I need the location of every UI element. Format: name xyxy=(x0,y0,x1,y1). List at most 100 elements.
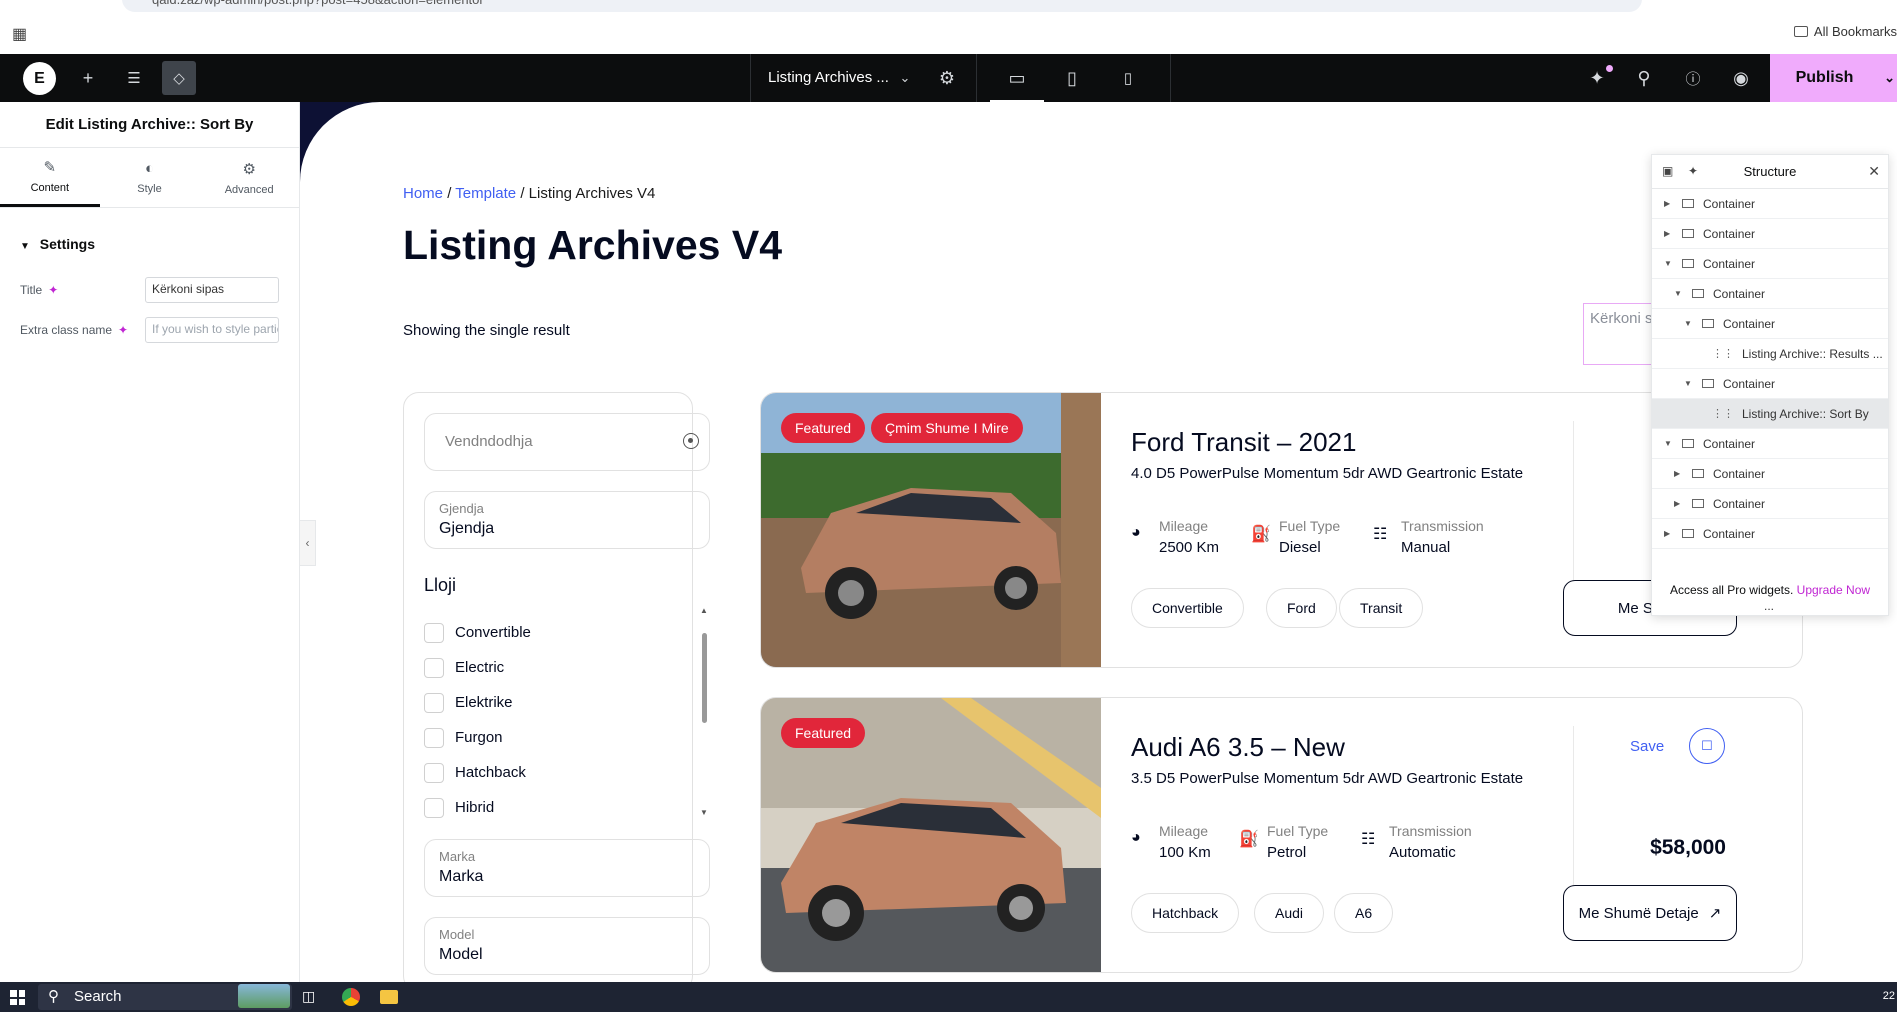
tab-advanced[interactable]: ⚙ Advanced xyxy=(199,148,299,207)
type-checkbox-item[interactable]: Hibrid xyxy=(424,790,710,825)
list-scrollbar[interactable] xyxy=(702,633,707,723)
structure-row[interactable]: ▼ Container xyxy=(1652,279,1888,309)
structure-row-selected[interactable]: ⋮⋮ Listing Archive:: Sort By xyxy=(1652,399,1888,429)
structure-row[interactable]: ▶ Container xyxy=(1652,459,1888,489)
chevron-down-icon[interactable]: ⌄ xyxy=(893,66,917,90)
tag-chip[interactable]: Transit xyxy=(1339,588,1424,628)
type-heading: Lloji xyxy=(424,575,457,595)
page-settings-gear-icon[interactable]: ⚙ xyxy=(935,66,959,90)
structure-layers-icon[interactable]: ◇ xyxy=(162,61,196,95)
bookmark-icon[interactable]: ☐ xyxy=(1689,728,1725,764)
structure-row[interactable]: ▶ Container xyxy=(1652,189,1888,219)
tag-chip[interactable]: Ford xyxy=(1266,588,1337,628)
tag-chip[interactable]: A6 xyxy=(1334,893,1394,933)
caret-right-icon[interactable]: ▶ xyxy=(1674,469,1684,478)
settings-section-toggle[interactable]: ▼ Settings xyxy=(0,208,299,270)
structure-row[interactable]: ▼ Container xyxy=(1652,249,1888,279)
task-view-icon[interactable]: ◫ xyxy=(302,988,320,1006)
structure-row[interactable]: ▼ Container xyxy=(1652,369,1888,399)
tag-chip[interactable]: Convertible xyxy=(1131,588,1244,628)
model-select[interactable]: Model Model xyxy=(424,917,710,975)
type-checkbox-item[interactable]: Convertible xyxy=(424,615,710,650)
listing-title[interactable]: Ford Transit – 2021 xyxy=(1131,427,1356,458)
ai-sparkle-icon[interactable]: ✦ xyxy=(118,323,128,337)
caret-down-icon[interactable]: ▼ xyxy=(1684,319,1694,328)
tablet-view-icon[interactable]: ▯ xyxy=(1060,66,1084,90)
type-checkbox-item[interactable]: Furgon xyxy=(424,720,710,755)
caret-right-icon[interactable]: ▶ xyxy=(1664,529,1674,538)
caret-right-icon[interactable]: ▶ xyxy=(1674,499,1684,508)
bookmarks-label: All Bookmarks xyxy=(1813,24,1897,39)
row-label: Container xyxy=(1703,196,1756,211)
chevron-down-icon[interactable]: ⌄ xyxy=(1884,70,1895,86)
checkbox-label: Electric xyxy=(455,659,505,676)
type-checkbox-item[interactable]: Hatchback xyxy=(424,755,710,790)
caret-right-icon[interactable]: ▶ xyxy=(1664,229,1674,238)
checkbox[interactable] xyxy=(424,657,444,678)
site-settings-icon[interactable]: ☰ xyxy=(122,66,146,90)
structure-row[interactable]: ▼ Container xyxy=(1652,309,1888,339)
apps-grid-icon[interactable]: ▦ xyxy=(12,24,27,44)
listing-card[interactable]: Featured Çmim Shume I Mire Ford Transit … xyxy=(760,392,1803,668)
structure-row[interactable]: ▶ Container xyxy=(1652,489,1888,519)
file-explorer-icon[interactable] xyxy=(380,990,398,1004)
structure-row[interactable]: ▶ Container xyxy=(1652,519,1888,549)
structure-row[interactable]: ▼ Container xyxy=(1652,429,1888,459)
upgrade-now-link[interactable]: Upgrade Now xyxy=(1797,583,1870,597)
caret-down-icon[interactable]: ▼ xyxy=(1684,379,1694,388)
document-title[interactable]: Listing Archives ... xyxy=(768,69,889,86)
type-checkbox-item[interactable]: Electric xyxy=(424,650,710,685)
magic-structure-icon[interactable]: ✦ xyxy=(1688,164,1698,178)
listing-card[interactable]: Featured Audi A6 3.5 – New 3.5 D5 PowerP… xyxy=(760,697,1803,973)
all-bookmarks[interactable]: All Bookmarks xyxy=(1793,24,1897,39)
save-label[interactable]: Save xyxy=(1630,738,1664,755)
preview-eye-icon[interactable]: ◉ xyxy=(1729,66,1753,90)
collapse-all-icon[interactable]: ▣ xyxy=(1662,164,1673,178)
close-icon[interactable]: ✕ xyxy=(1868,163,1880,180)
checkbox[interactable] xyxy=(424,692,444,713)
title-input[interactable]: Kërkoni sipas xyxy=(145,277,279,303)
help-icon[interactable]: ⓘ xyxy=(1681,66,1705,90)
tab-content[interactable]: ✎ Content xyxy=(0,148,100,207)
structure-row[interactable]: ⋮⋮ Listing Archive:: Results ... xyxy=(1652,339,1888,369)
add-element-icon[interactable]: + xyxy=(76,66,100,90)
extra-class-input[interactable]: If you wish to style particular content … xyxy=(145,317,279,343)
details-button[interactable]: Me Shumë Detaje ↗ xyxy=(1563,885,1737,941)
breadcrumb-template-link[interactable]: Template xyxy=(455,185,516,202)
checkbox[interactable] xyxy=(424,727,444,748)
chrome-icon[interactable] xyxy=(342,988,360,1006)
caret-right-icon[interactable]: ▶ xyxy=(1664,199,1674,208)
publish-button[interactable]: Publish ⌄ xyxy=(1770,54,1897,102)
checkbox[interactable] xyxy=(424,622,444,643)
caret-down-icon[interactable]: ▼ xyxy=(1664,439,1674,448)
caret-down-icon[interactable]: ▼ xyxy=(1674,289,1684,298)
tab-style[interactable]: ◐ Style xyxy=(100,148,200,207)
search-icon[interactable]: ⚲ xyxy=(1632,66,1656,90)
elementor-logo-icon[interactable]: E xyxy=(23,62,56,95)
more-options-icon[interactable]: ... xyxy=(1764,599,1774,613)
windows-start-icon[interactable] xyxy=(10,990,25,1005)
type-checkbox-item[interactable]: Elektrike xyxy=(424,685,710,720)
breadcrumb: Home / Template / Listing Archives V4 xyxy=(403,185,655,202)
checkbox-label: Hibrid xyxy=(455,799,495,816)
address-bar[interactable]: qaid.zaz/wp-admin/post.php?post=458&acti… xyxy=(122,0,1642,12)
caret-down-icon[interactable]: ▼ xyxy=(1664,259,1674,268)
condition-select[interactable]: Gjendja Gjendja xyxy=(424,491,710,549)
breadcrumb-home-link[interactable]: Home xyxy=(403,185,443,202)
locate-target-icon[interactable] xyxy=(683,433,699,449)
structure-row[interactable]: ▶ Container xyxy=(1652,219,1888,249)
ai-sparkle-icon[interactable]: ✦ xyxy=(48,283,58,297)
panel-collapse-handle[interactable]: ‹ xyxy=(300,520,316,566)
checkbox[interactable] xyxy=(424,797,444,818)
mobile-view-icon[interactable]: ▯ xyxy=(1116,66,1140,90)
make-select[interactable]: Marka Marka xyxy=(424,839,710,897)
location-field[interactable]: Vendndodhja xyxy=(424,413,710,471)
checkbox[interactable] xyxy=(424,762,444,783)
tag-chip[interactable]: Hatchback xyxy=(1131,893,1240,933)
scroll-down-arrow-icon[interactable]: ▼ xyxy=(700,808,708,817)
desktop-view-icon[interactable]: ▭ xyxy=(1005,66,1029,90)
scroll-up-arrow-icon[interactable]: ▲ xyxy=(700,606,708,615)
tag-chip[interactable]: Audi xyxy=(1254,893,1325,933)
row-label: Container xyxy=(1713,496,1766,511)
listing-title[interactable]: Audi A6 3.5 – New xyxy=(1131,732,1345,763)
